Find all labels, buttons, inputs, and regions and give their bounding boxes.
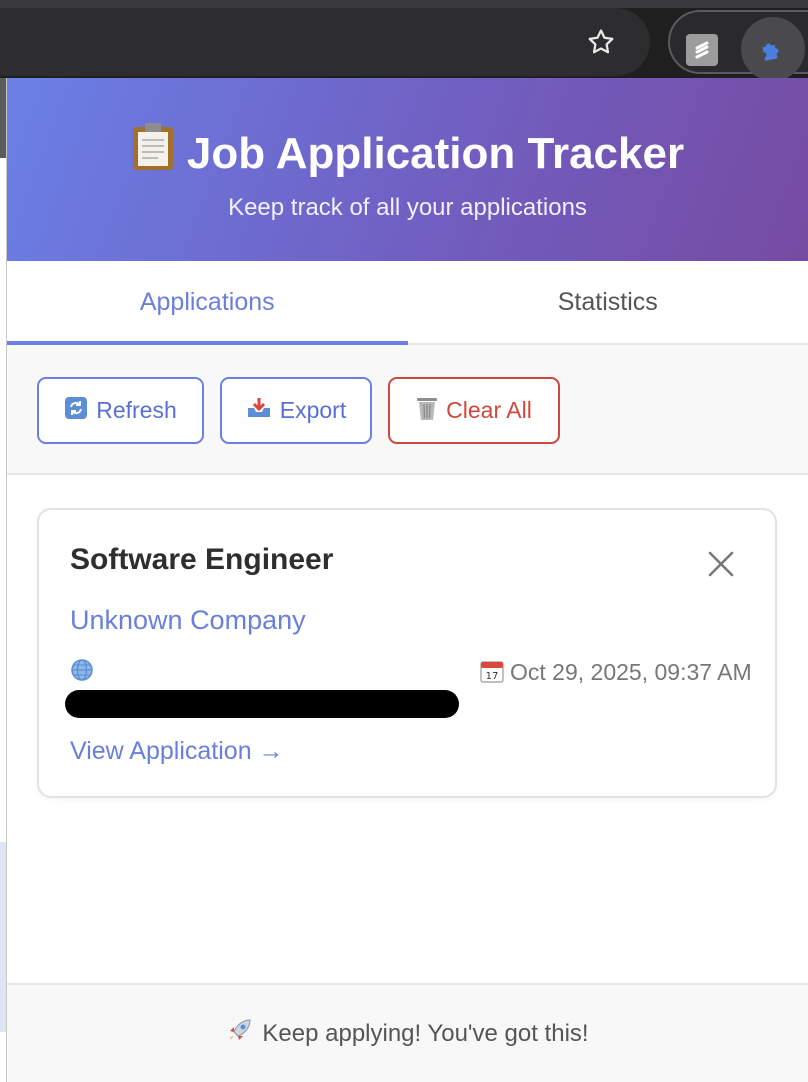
inbox-tray-icon bbox=[246, 396, 272, 426]
wastebasket-icon bbox=[416, 395, 438, 427]
tab-bar: Applications Statistics bbox=[7, 261, 808, 345]
page-title: Job Application Tracker bbox=[186, 129, 685, 178]
application-date: Oct 29, 2025, 09:37 AM bbox=[510, 659, 752, 685]
refresh-icon bbox=[64, 396, 88, 426]
clipboard-icon bbox=[131, 122, 175, 186]
applications-list: Software Engineer Unknown Company 17 Oct… bbox=[7, 475, 808, 983]
browser-toolbar bbox=[0, 8, 808, 81]
refresh-button[interactable]: Refresh bbox=[37, 377, 204, 444]
close-icon[interactable] bbox=[705, 548, 737, 580]
tab-applications[interactable]: Applications bbox=[7, 261, 408, 345]
application-date-row: 17 Oct 29, 2025, 09:37 AM bbox=[480, 656, 760, 691]
export-button[interactable]: Export bbox=[220, 377, 372, 444]
footer-message: Keep applying! You've got this! bbox=[262, 1019, 589, 1047]
application-card: Software Engineer Unknown Company 17 Oct… bbox=[37, 508, 777, 798]
popup-footer: Keep applying! You've got this! bbox=[7, 983, 808, 1082]
popup-header: Job Application Tracker Keep track of al… bbox=[7, 78, 808, 261]
tab-statistics[interactable]: Statistics bbox=[408, 261, 808, 343]
address-bar[interactable] bbox=[0, 8, 650, 76]
redacted-url bbox=[65, 690, 459, 718]
globe-icon bbox=[70, 658, 94, 682]
svg-text:17: 17 bbox=[486, 671, 499, 682]
extension-popup: Job Application Tracker Keep track of al… bbox=[6, 78, 808, 1082]
refresh-label: Refresh bbox=[96, 397, 177, 423]
application-company: Unknown Company bbox=[70, 605, 306, 635]
page-subtitle: Keep track of all your applications bbox=[228, 194, 587, 221]
clear-all-label: Clear All bbox=[446, 397, 532, 423]
browser-top-strip bbox=[0, 0, 808, 8]
application-title: Software Engineer bbox=[70, 543, 334, 576]
extension-icon[interactable] bbox=[686, 34, 718, 66]
export-label: Export bbox=[279, 397, 347, 423]
rocket-icon bbox=[226, 1016, 254, 1051]
calendar-icon: 17 bbox=[480, 659, 504, 691]
bookmark-star-icon[interactable] bbox=[578, 22, 624, 62]
clear-all-button[interactable]: Clear All bbox=[388, 377, 560, 444]
puzzle-icon[interactable] bbox=[741, 17, 805, 81]
header-title-row: Job Application Tracker bbox=[7, 122, 808, 186]
action-bar: Refresh Export Clear All bbox=[7, 345, 808, 475]
view-application-link[interactable]: View Application → bbox=[70, 737, 284, 766]
